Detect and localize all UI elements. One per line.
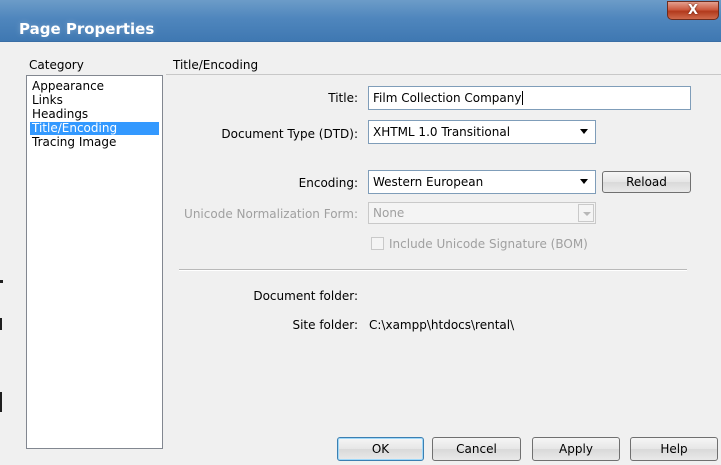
left-edge-artifact	[0, 318, 2, 330]
title-input[interactable]: Film Collection Company	[368, 86, 691, 110]
category-label: Category	[29, 58, 84, 72]
form-divider	[179, 269, 687, 271]
encoding-label: Encoding:	[298, 176, 358, 190]
site-folder-value: C:\xampp\htdocs\rental\	[369, 318, 515, 332]
encoding-value: Western European	[373, 175, 484, 189]
normalization-label: Unicode Normalization Form:	[184, 207, 358, 221]
chevron-down-icon	[580, 179, 588, 184]
dialog-title: Page Properties	[19, 20, 155, 38]
left-edge-artifact	[0, 280, 3, 283]
category-item-links[interactable]: Links	[30, 94, 159, 107]
reload-button[interactable]: Reload	[602, 171, 691, 193]
category-item-appearance[interactable]: Appearance	[30, 80, 159, 93]
title-bar[interactable]: Page Properties X	[0, 0, 721, 42]
bom-checkbox[interactable]	[371, 237, 384, 250]
encoding-select[interactable]: Western European	[368, 170, 596, 194]
help-button[interactable]: Help	[630, 437, 718, 461]
cancel-button[interactable]: Cancel	[432, 437, 521, 461]
document-folder-label: Document folder:	[253, 289, 358, 303]
normalization-select[interactable]: None	[368, 202, 596, 224]
title-field-label: Title:	[328, 91, 358, 105]
category-item-title-encoding[interactable]: Title/Encoding	[30, 122, 159, 135]
close-button[interactable]: X	[667, 1, 719, 20]
ok-button[interactable]: OK	[337, 437, 424, 461]
page-properties-dialog: Page Properties X Category Appearance Li…	[0, 0, 721, 465]
chevron-down-icon	[580, 129, 588, 134]
site-folder-label: Site folder:	[292, 318, 358, 332]
apply-button[interactable]: Apply	[532, 437, 620, 461]
category-item-tracing-image[interactable]: Tracing Image	[30, 136, 159, 149]
text-caret	[522, 91, 524, 105]
close-icon: X	[687, 3, 699, 18]
doctype-value: XHTML 1.0 Transitional	[373, 125, 511, 139]
left-edge-artifact	[0, 392, 2, 412]
normalization-value: None	[373, 206, 405, 220]
section-divider	[166, 74, 721, 75]
bom-label: Include Unicode Signature (BOM)	[389, 237, 588, 251]
section-title: Title/Encoding	[173, 58, 259, 72]
category-list[interactable]: Appearance Links Headings Title/Encoding…	[26, 75, 163, 449]
category-item-headings[interactable]: Headings	[30, 108, 159, 121]
doctype-label: Document Type (DTD):	[221, 127, 358, 141]
title-input-value: Film Collection Company	[373, 91, 522, 105]
doctype-select[interactable]: XHTML 1.0 Transitional	[368, 120, 596, 144]
chevron-down-icon	[578, 204, 594, 222]
